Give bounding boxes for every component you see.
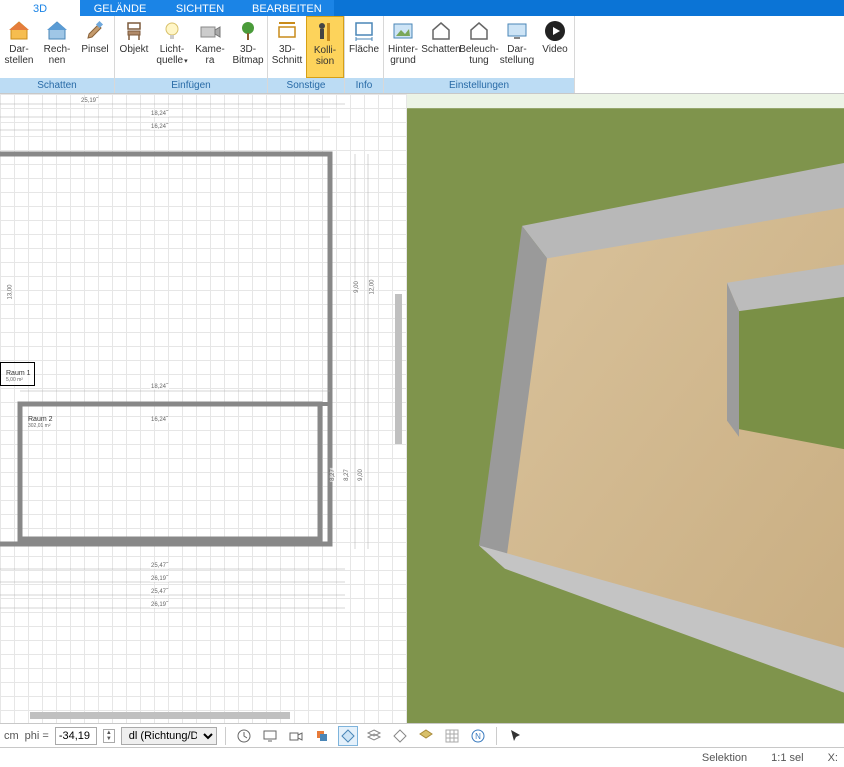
ribbon-group-info: Fläche Info [345, 16, 384, 93]
phi-input[interactable] [55, 727, 97, 745]
ribbon-group-einfuegen: Objekt Licht- quelle▾ Kame- ra [115, 16, 268, 93]
brush-icon [83, 19, 107, 43]
stack-icon[interactable] [364, 726, 384, 746]
separator [496, 727, 497, 745]
workspace: 25,19˝ 18,24˝ 16,24˝ 9,00 12,00 13,00 18… [0, 94, 844, 723]
diamond1-icon[interactable] [338, 726, 358, 746]
status-bar: Selektion 1:1 sel X: [0, 747, 844, 767]
tree-icon [236, 19, 260, 43]
objekt-button[interactable]: Objekt [115, 16, 153, 78]
room2-label: Raum 2 302,01 m² [28, 416, 53, 429]
ribbon-label-schatten: Schatten [0, 78, 114, 93]
ribbon-group-sonstige: 3D- Schnitt Kolli- sion Sonstige [268, 16, 345, 93]
viewport-3d[interactable] [407, 94, 844, 723]
grid-icon[interactable] [442, 726, 462, 746]
room1-label: Raum 1 5,00 m² [6, 370, 31, 383]
video-button[interactable]: Video [536, 16, 574, 78]
house-outline2-icon [467, 19, 491, 43]
beleuchtung-button[interactable]: Beleuch- tung [460, 16, 498, 78]
ribbon-group-einstellungen: Hinter- grund Schatten Beleuch- tung [384, 16, 575, 93]
rechnen-button[interactable]: Rech- nen [38, 16, 76, 78]
house-outline-icon [429, 19, 453, 43]
dim-label: 25,47˝ [150, 589, 169, 595]
bottom-toolbar: cm phi = ▲▼ dl (Richtung/Di N [0, 723, 844, 747]
dim-label: 8,27 [344, 468, 350, 482]
north-icon[interactable]: N [468, 726, 488, 746]
kamera-button[interactable]: Kame- ra [191, 16, 229, 78]
viewport-2d[interactable]: 25,19˝ 18,24˝ 16,24˝ 9,00 12,00 13,00 18… [0, 94, 407, 723]
dim-label: 18,24˝ [150, 111, 169, 117]
dim-label: 26,19˝ [150, 602, 169, 608]
diamond2-icon[interactable] [390, 726, 410, 746]
person-collision-icon [313, 20, 337, 44]
vertical-scrollbar[interactable] [395, 294, 402, 444]
ribbon-group-schatten: Dar- stellen Rech- nen Pinsel Schatten [0, 16, 115, 93]
pinsel-button[interactable]: Pinsel [76, 16, 114, 78]
phi-spinner[interactable]: ▲▼ [103, 729, 115, 743]
dim-label: 25,19˝ [80, 98, 99, 104]
area-icon [352, 19, 376, 43]
tab-bearbeiten[interactable]: BEARBEITEN [240, 0, 334, 16]
dim-label: 13,00 [8, 283, 14, 300]
kollision-button[interactable]: Kolli- sion [306, 16, 344, 78]
phi-label: phi = [25, 730, 49, 742]
lightbulb-icon [160, 19, 184, 43]
lichtquelle-button[interactable]: Licht- quelle▾ [153, 16, 191, 78]
dim-label: 16,24˝ [150, 417, 169, 423]
main-tab-strip: 3D GELÄNDE SICHTEN BEARBEITEN [0, 0, 844, 16]
dim-label: 25,47˝ [150, 563, 169, 569]
unit-label: cm [4, 730, 19, 742]
camera-icon [198, 19, 222, 43]
ribbon: Dar- stellen Rech- nen Pinsel Schatten [0, 16, 844, 94]
dim-label: 26,19˝ [150, 576, 169, 582]
darstellen-button[interactable]: Dar- stellen [0, 16, 38, 78]
house-shadow-icon [7, 19, 31, 43]
tab-3d[interactable]: 3D [0, 0, 80, 16]
tab-gelaende[interactable]: GELÄNDE [80, 0, 160, 16]
clock-icon[interactable] [234, 726, 254, 746]
ribbon-label-sonstige: Sonstige [268, 78, 344, 93]
monitor-small-icon[interactable] [260, 726, 280, 746]
chair-icon [122, 19, 146, 43]
camera-small-icon[interactable] [286, 726, 306, 746]
3d-bitmap-button[interactable]: 3D- Bitmap [229, 16, 267, 78]
flaeche-button[interactable]: Fläche [345, 16, 383, 78]
status-selektion: Selektion [702, 752, 747, 764]
monitor-icon [505, 19, 529, 43]
layers-icon[interactable] [416, 726, 436, 746]
horizontal-scrollbar[interactable] [30, 712, 290, 719]
layers-color-icon[interactable] [312, 726, 332, 746]
dim-label: 16,24˝ [150, 124, 169, 130]
dim-label: 9,00 [358, 468, 364, 482]
dl-select[interactable]: dl (Richtung/Di [121, 727, 217, 745]
pointer-icon[interactable] [505, 726, 525, 746]
picture-icon [391, 19, 415, 43]
tab-sichten[interactable]: SICHTEN [160, 0, 240, 16]
section-icon [275, 19, 299, 43]
dim-label: 12,00 [370, 278, 376, 295]
hintergrund-button[interactable]: Hinter- grund [384, 16, 422, 78]
status-scale: 1:1 sel [771, 752, 803, 764]
ribbon-label-info: Info [345, 78, 383, 93]
ribbon-label-einstellungen: Einstellungen [384, 78, 574, 93]
dim-label: 9,00 [354, 280, 360, 294]
schatten-button[interactable]: Schatten [422, 16, 460, 78]
ribbon-label-einfuegen: Einfügen [115, 78, 267, 93]
svg-text:N: N [475, 732, 481, 741]
status-coord: X: [828, 752, 838, 764]
separator [225, 727, 226, 745]
chevron-down-icon: ▾ [184, 58, 188, 65]
darstellung-button[interactable]: Dar- stellung [498, 16, 536, 78]
dim-label: 18,24˝ [150, 384, 169, 390]
plan-overlay [0, 94, 407, 714]
3d-schnitt-button[interactable]: 3D- Schnitt [268, 16, 306, 78]
dim-label: 8,27 [330, 468, 336, 482]
compute-shadow-icon [45, 19, 69, 43]
play-icon [543, 19, 567, 43]
